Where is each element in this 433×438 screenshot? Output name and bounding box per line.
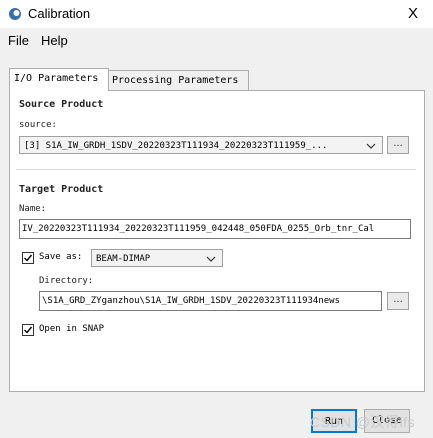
format-selected: BEAM-DIMAP [96,254,151,264]
menu-file[interactable]: File [8,33,29,48]
close-icon: X [407,5,418,22]
open-in-snap-checkbox[interactable] [22,324,34,336]
source-product-selected: [3] S1A_IW_GRDH_1SDV_20220323T111934_202… [24,141,328,151]
chevron-down-icon [366,143,376,149]
directory-browse-button[interactable]: ... [387,292,409,310]
window-close-button[interactable]: X [393,0,433,28]
menu-bar: File Help [0,30,433,52]
target-product-group-title: Target Product [19,184,104,195]
section-divider [16,169,416,170]
tab-io-parameters[interactable]: I/O Parameters [9,68,109,91]
directory-value: \S1A_GRD_ZYganzhou\S1A_IW_GRDH_1SDV_2022… [42,296,341,306]
directory-label: Directory: [39,276,94,286]
open-in-snap-label: Open in SNAP [39,324,105,334]
save-as-checkbox[interactable] [22,252,34,264]
window-title: Calibration [28,6,91,21]
source-label: source: [19,120,57,130]
chevron-down-icon [206,256,216,262]
ellipsis-icon: ... [393,138,403,149]
checkmark-icon [24,254,33,262]
name-label: Name: [19,204,47,214]
watermark: CSDN @汉得lfs [309,414,415,430]
tab-processing-parameters[interactable]: Processing Parameters [107,70,249,91]
checkmark-icon [24,326,33,334]
io-parameters-panel: Source Product source: [3] S1A_IW_GRDH_1… [9,90,425,392]
source-product-group-title: Source Product [19,99,104,110]
source-browse-button[interactable]: ... [387,136,409,154]
snap-app-icon [9,8,21,20]
ellipsis-icon: ... [393,294,403,305]
target-name-input[interactable]: IV_20220323T111934_20220323T111959_04244… [19,219,411,239]
format-select[interactable]: BEAM-DIMAP [91,249,223,267]
directory-input[interactable]: \S1A_GRD_ZYganzhou\S1A_IW_GRDH_1SDV_2022… [39,291,382,311]
menu-help[interactable]: Help [41,33,68,48]
target-name-value: IV_20220323T111934_20220323T111959_04244… [22,224,375,234]
source-product-select[interactable]: [3] S1A_IW_GRDH_1SDV_20220323T111934_202… [19,136,383,154]
title-bar: Calibration X [0,0,433,28]
save-as-label: Save as: [39,252,83,262]
